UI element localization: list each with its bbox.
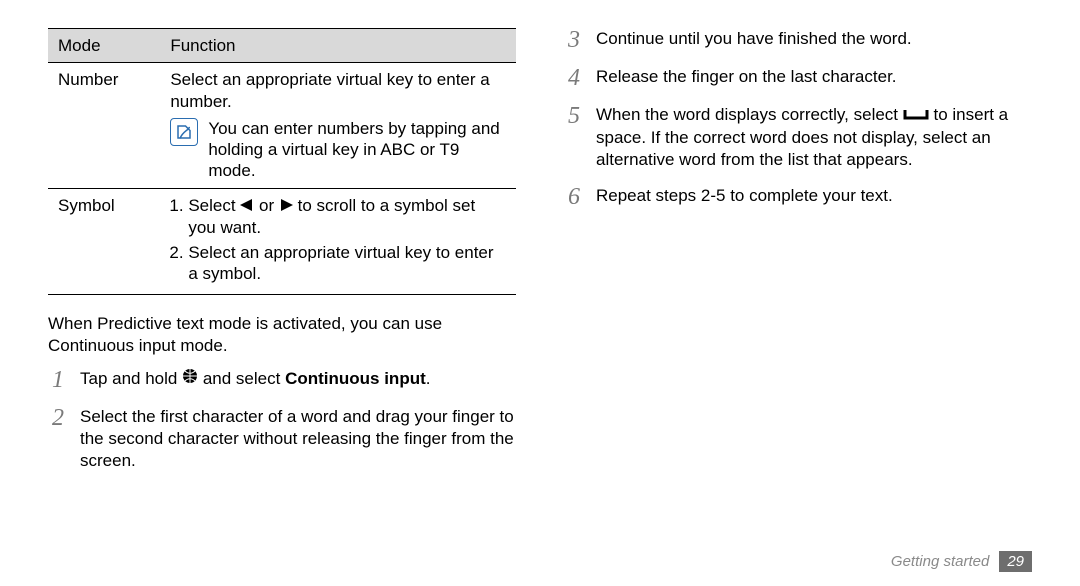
th-function: Function [170, 36, 235, 55]
symbol-steps: Select or to scroll to a symbol set you … [170, 195, 506, 285]
left-arrow-icon [240, 195, 254, 216]
footer-section: Getting started [891, 553, 989, 570]
step-text: Repeat steps 2-5 to complete your text. [596, 185, 1032, 209]
left-column: Mode Function Number Select an appropria… [48, 28, 516, 486]
manual-page: Mode Function Number Select an appropria… [0, 0, 1080, 586]
step-2: 2 Select the first character of a word a… [48, 406, 516, 472]
step-number: 2 [48, 406, 68, 472]
step-number: 6 [564, 185, 584, 209]
th-mode: Mode [58, 36, 101, 55]
page-footer: Getting started 29 [891, 551, 1032, 572]
step-text: Release the finger on the last character… [596, 66, 1032, 90]
columns: Mode Function Number Select an appropria… [48, 28, 1032, 486]
table-row: Symbol Select or [48, 188, 516, 295]
step-number: 1 [48, 368, 68, 392]
list-item: Select or to scroll to a symbol set you … [188, 195, 506, 238]
step-6: 6 Repeat steps 2-5 to complete your text… [564, 185, 1032, 209]
note-icon [170, 118, 198, 146]
step-4: 4 Release the finger on the last charact… [564, 66, 1032, 90]
step-5: 5 When the word displays correctly, sele… [564, 104, 1032, 171]
footer-page-number: 29 [999, 551, 1032, 572]
step-text: Select the first character of a word and… [80, 406, 516, 472]
left-steps: 1 Tap and hold and select Continuous inp… [48, 368, 516, 472]
step-1: 1 Tap and hold and select Continuous inp… [48, 368, 516, 392]
step-number: 3 [564, 28, 584, 52]
step-text: Continue until you have finished the wor… [596, 28, 1032, 52]
cell-mode-symbol: Symbol [58, 196, 115, 215]
step-number: 5 [564, 104, 584, 171]
right-column: 3 Continue until you have finished the w… [564, 28, 1032, 486]
globe-icon [182, 368, 198, 390]
mode-function-table: Mode Function Number Select an appropria… [48, 28, 516, 295]
right-steps: 3 Continue until you have finished the w… [564, 28, 1032, 209]
right-arrow-icon [279, 195, 293, 216]
space-key-icon [903, 104, 929, 126]
note-text: You can enter numbers by tapping and hol… [208, 118, 506, 182]
cell-function-number: Select an appropriate virtual key to ent… [170, 69, 506, 112]
step-3: 3 Continue until you have finished the w… [564, 28, 1032, 52]
note-block: You can enter numbers by tapping and hol… [170, 118, 506, 182]
step-number: 4 [564, 66, 584, 90]
table-row: Number Select an appropriate virtual key… [48, 63, 516, 188]
list-item: Select an appropriate virtual key to ent… [188, 242, 506, 285]
step-text: When the word displays correctly, select… [596, 104, 1032, 171]
step-text: Tap and hold and select Continuous input… [80, 368, 516, 392]
cell-mode-number: Number [58, 70, 118, 89]
intro-paragraph: When Predictive text mode is activated, … [48, 313, 516, 357]
